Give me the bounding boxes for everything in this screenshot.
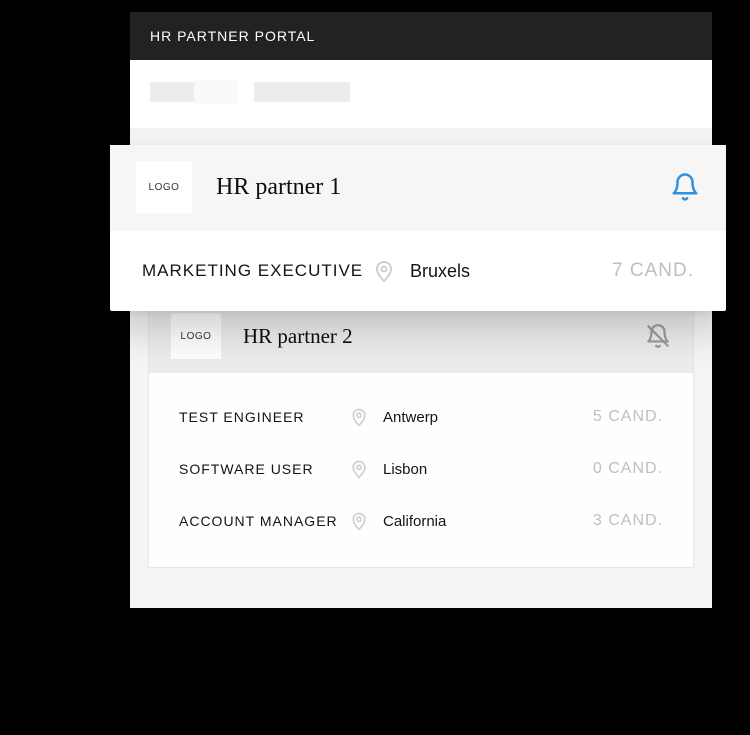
bell-off-icon[interactable]: [645, 322, 671, 350]
job-title: SOFTWARE USER: [179, 461, 349, 477]
job-location: California: [383, 513, 446, 530]
location-pin-icon: [349, 509, 369, 533]
candidate-count: 7 CAND.: [612, 260, 694, 282]
job-title: ACCOUNT MANAGER: [179, 513, 349, 529]
job-row[interactable]: SOFTWARE USER Lisbon 0 CAND.: [153, 443, 689, 495]
partner-card-active[interactable]: LOGO HR partner 1 MARKETING EXECUTIVE Br…: [110, 145, 726, 311]
partner-name: HR partner 2: [243, 324, 353, 349]
location-pin-icon: [349, 405, 369, 429]
job-row[interactable]: ACCOUNT MANAGER California 3 CAND.: [153, 495, 689, 547]
job-location: Lisbon: [383, 461, 427, 478]
job-list: TEST ENGINEER Antwerp 5 CAND. SOFTWARE U…: [149, 373, 693, 567]
job-location: Antwerp: [383, 409, 438, 426]
partner-name: HR partner 1: [216, 174, 341, 201]
location-pin-icon: [349, 457, 369, 481]
candidate-count: 0 CAND.: [593, 460, 663, 478]
partner-card[interactable]: LOGO HR partner 2 TEST ENGINEER: [148, 298, 694, 568]
job-title: TEST ENGINEER: [179, 409, 349, 425]
job-row[interactable]: TEST ENGINEER Antwerp 5 CAND.: [153, 391, 689, 443]
location-pin-icon: [372, 257, 396, 285]
portal-title: HR PARTNER PORTAL: [130, 12, 712, 60]
filter-placeholder[interactable]: [150, 80, 238, 104]
candidate-count: 5 CAND.: [593, 408, 663, 426]
partner-logo: LOGO: [136, 161, 192, 213]
candidate-count: 3 CAND.: [593, 512, 663, 530]
filter-placeholder[interactable]: [254, 80, 350, 104]
job-location: Bruxels: [410, 261, 470, 282]
partner-logo: LOGO: [171, 313, 221, 359]
job-row[interactable]: MARKETING EXECUTIVE Bruxels 7 CAND.: [110, 231, 726, 311]
bell-icon[interactable]: [670, 171, 700, 203]
filter-bar: [130, 60, 712, 128]
job-title: MARKETING EXECUTIVE: [142, 261, 372, 281]
partner-header: LOGO HR partner 1: [110, 145, 726, 231]
